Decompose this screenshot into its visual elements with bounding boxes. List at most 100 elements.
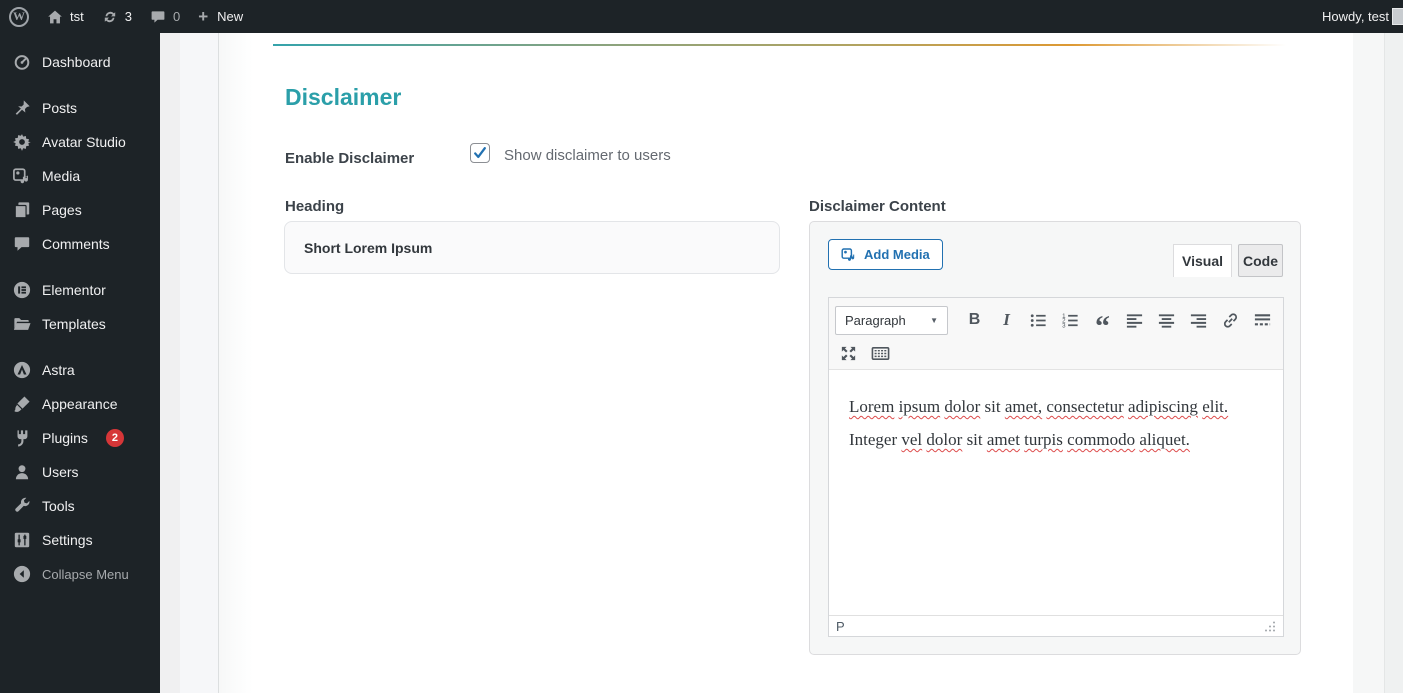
sidebar-item-dashboard[interactable]: Dashboard <box>0 45 160 79</box>
tab-visual[interactable]: Visual <box>1173 244 1232 277</box>
block-format-select[interactable]: Paragraph ▼ <box>835 306 948 335</box>
sidebar-item-avatar-studio[interactable]: Avatar Studio <box>0 125 160 159</box>
howdy-text[interactable]: Howdy, test <box>1322 9 1389 24</box>
align-center-icon <box>1157 311 1176 330</box>
bold-button[interactable]: B <box>961 307 988 334</box>
align-right-button[interactable] <box>1185 307 1212 334</box>
sidebar-item-astra[interactable]: Astra <box>0 353 160 387</box>
sidebar-item-collapse-menu[interactable]: Collapse Menu <box>0 557 160 591</box>
sidebar-item-label: Avatar Studio <box>42 134 126 150</box>
blockquote-button[interactable]: “ <box>1089 307 1116 334</box>
checkbox-label: Show disclaimer to users <box>504 147 671 164</box>
link-icon <box>1221 311 1240 330</box>
brush-icon <box>13 395 31 413</box>
wordpress-logo-icon: W <box>9 7 29 27</box>
sidebar-item-media[interactable]: Media <box>0 159 160 193</box>
sidebar-item-plugins[interactable]: Plugins 2 <box>0 421 160 455</box>
toolbar-toggle-button[interactable] <box>867 340 894 367</box>
user-icon <box>13 463 31 481</box>
resize-handle[interactable] <box>1263 620 1276 633</box>
site-name: tst <box>70 9 84 24</box>
astra-icon <box>13 361 31 379</box>
sidebar-item-label: Collapse Menu <box>42 567 129 582</box>
keyboard-icon <box>871 344 890 363</box>
sidebar-item-label: Users <box>42 464 79 480</box>
section-title: Disclaimer <box>285 84 401 111</box>
new-menu-item[interactable]: + New <box>189 0 252 33</box>
panel-right-gutter <box>1353 33 1384 693</box>
sidebar-item-tools[interactable]: Tools <box>0 489 160 523</box>
tab-code[interactable]: Code <box>1238 244 1283 277</box>
bullet-list-icon <box>1029 311 1048 330</box>
plus-icon: + <box>198 7 208 27</box>
sidebar-item-label: Plugins <box>42 430 88 446</box>
updates-menu-item[interactable]: 3 <box>93 0 141 33</box>
sidebar-item-label: Tools <box>42 498 75 514</box>
wordpress-admin-page: W tst 3 0 + New Howdy, test Dashboard Pos… <box>0 0 1403 693</box>
sidebar-item-comments[interactable]: Comments <box>0 227 160 261</box>
wp-editor: Add Media Visual Code Paragraph ▼ B I <box>809 221 1301 655</box>
editor-toolbar: Paragraph ▼ B I 123 “ <box>829 298 1283 370</box>
sidebar-item-users[interactable]: Users <box>0 455 160 489</box>
editor-status-bar: P <box>829 615 1283 636</box>
align-left-button[interactable] <box>1121 307 1148 334</box>
elementor-icon <box>13 281 31 299</box>
sidebar-item-posts[interactable]: Posts <box>0 91 160 125</box>
bullet-list-button[interactable] <box>1025 307 1052 334</box>
sidebar-item-appearance[interactable]: Appearance <box>0 387 160 421</box>
user-avatar[interactable] <box>1392 8 1403 25</box>
enable-disclaimer-checkbox[interactable] <box>470 143 490 163</box>
gear-icon <box>13 133 31 151</box>
align-center-button[interactable] <box>1153 307 1180 334</box>
editor-content-area[interactable]: Lorem ipsum dolor sit amet, consectetur … <box>829 371 1283 615</box>
checkmark-icon <box>473 146 487 160</box>
media-icon <box>841 247 857 263</box>
sidebar-item-label: Dashboard <box>42 54 111 70</box>
sidebar-item-label: Settings <box>42 532 93 548</box>
media-icon <box>13 167 31 185</box>
pages-icon <box>13 201 31 219</box>
sidebar-item-label: Elementor <box>42 282 106 298</box>
sidebar-item-label: Media <box>42 168 80 184</box>
admin-sidebar: Dashboard Posts Avatar Studio Media PagesCom… <box>0 33 160 693</box>
admin-bar: W tst 3 0 + New Howdy, test <box>0 0 1403 33</box>
numbered-list-button[interactable]: 123 <box>1057 307 1084 334</box>
folder-icon <box>13 315 31 333</box>
element-path[interactable]: P <box>836 619 845 634</box>
collapse-icon <box>13 565 31 583</box>
plugin-count-badge: 2 <box>106 429 124 447</box>
sidebar-item-settings[interactable]: Settings <box>0 523 160 557</box>
align-right-icon <box>1189 311 1208 330</box>
italic-button[interactable]: I <box>993 307 1020 334</box>
editor-text: Lorem ipsum dolor sit amet, consectetur … <box>849 397 1228 449</box>
comment-bubble-icon <box>150 9 166 25</box>
sidebar-item-label: Appearance <box>42 396 118 412</box>
scrollbar[interactable] <box>1384 33 1403 693</box>
comments-menu-item[interactable]: 0 <box>141 0 189 33</box>
new-label: New <box>217 9 243 24</box>
heading-input[interactable] <box>284 221 780 274</box>
fullscreen-button[interactable] <box>835 340 862 367</box>
wrench-icon <box>13 497 31 515</box>
wordpress-menu-item[interactable]: W <box>0 0 38 33</box>
link-button[interactable] <box>1217 307 1244 334</box>
sidebar-item-templates[interactable]: Templates <box>0 307 160 341</box>
sidebar-item-pages[interactable]: Pages <box>0 193 160 227</box>
tinymce-editor: Paragraph ▼ B I 123 “ <box>828 297 1284 637</box>
sidebar-item-elementor[interactable]: Elementor <box>0 273 160 307</box>
add-media-label: Add Media <box>864 247 930 262</box>
site-name-menu-item[interactable]: tst <box>38 0 93 33</box>
comment-icon <box>13 235 31 253</box>
home-icon <box>47 9 63 25</box>
resize-grip-icon <box>1263 620 1276 633</box>
comments-count: 0 <box>173 9 180 24</box>
chevron-down-icon: ▼ <box>930 316 938 325</box>
updates-count: 3 <box>125 9 132 24</box>
plug-icon <box>13 429 31 447</box>
align-left-icon <box>1125 311 1144 330</box>
add-media-button[interactable]: Add Media <box>828 239 943 270</box>
sidebar-item-label: Astra <box>42 362 75 378</box>
section-divider-rule <box>273 44 1351 46</box>
read-more-button[interactable] <box>1249 307 1276 334</box>
svg-text:3: 3 <box>1062 322 1066 329</box>
